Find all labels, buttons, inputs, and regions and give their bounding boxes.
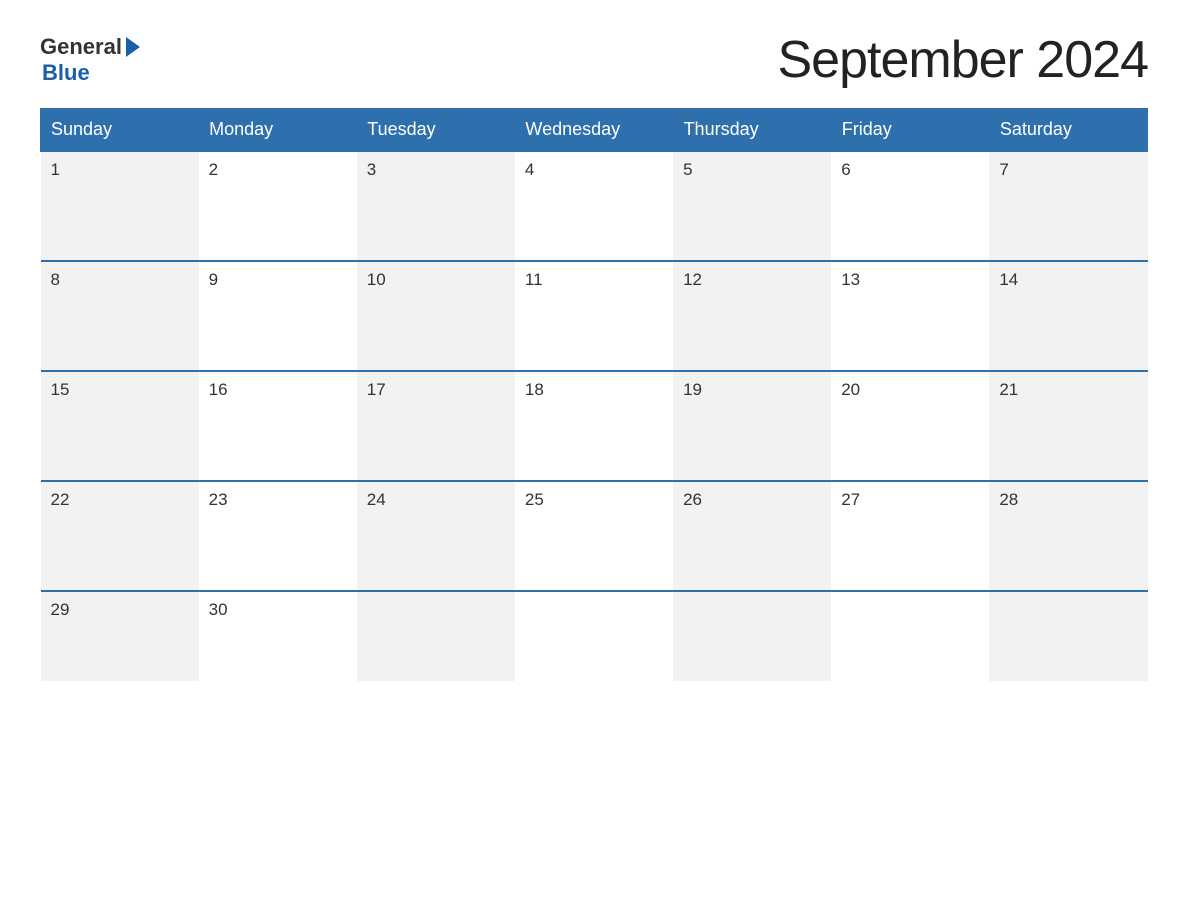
day-number: 15 bbox=[51, 380, 70, 399]
calendar-day-cell: 6 bbox=[831, 151, 989, 261]
day-number: 18 bbox=[525, 380, 544, 399]
calendar-day-cell: 9 bbox=[199, 261, 357, 371]
calendar-day-cell: 18 bbox=[515, 371, 673, 481]
calendar-day-cell: 2 bbox=[199, 151, 357, 261]
day-number: 13 bbox=[841, 270, 860, 289]
day-number: 10 bbox=[367, 270, 386, 289]
calendar-day-cell: 13 bbox=[831, 261, 989, 371]
logo-general: General bbox=[40, 34, 140, 60]
logo-general-text: General bbox=[40, 34, 122, 60]
day-number: 9 bbox=[209, 270, 218, 289]
day-of-week-header: Monday bbox=[199, 109, 357, 152]
day-of-week-header: Saturday bbox=[989, 109, 1147, 152]
calendar-week-row: 29 30 bbox=[41, 591, 1148, 681]
calendar-day-cell bbox=[357, 591, 515, 681]
calendar-day-cell: 30 bbox=[199, 591, 357, 681]
day-number: 4 bbox=[525, 160, 534, 179]
day-of-week-header: Tuesday bbox=[357, 109, 515, 152]
calendar-day-cell: 27 bbox=[831, 481, 989, 591]
day-number: 5 bbox=[683, 160, 692, 179]
calendar-day-cell: 28 bbox=[989, 481, 1147, 591]
calendar-body: 1234567891011121314151617181920212223242… bbox=[41, 151, 1148, 681]
day-number: 2 bbox=[209, 160, 218, 179]
calendar-day-cell: 5 bbox=[673, 151, 831, 261]
calendar-day-cell: 20 bbox=[831, 371, 989, 481]
day-number: 25 bbox=[525, 490, 544, 509]
calendar-day-cell bbox=[515, 591, 673, 681]
day-number: 11 bbox=[525, 270, 543, 289]
calendar-week-row: 1 2 3 4 5 6 7 bbox=[41, 151, 1148, 261]
calendar-day-cell: 17 bbox=[357, 371, 515, 481]
calendar-day-cell: 19 bbox=[673, 371, 831, 481]
day-number: 8 bbox=[51, 270, 60, 289]
calendar-day-cell: 24 bbox=[357, 481, 515, 591]
calendar-day-cell: 14 bbox=[989, 261, 1147, 371]
calendar-day-cell: 1 bbox=[41, 151, 199, 261]
calendar-header: SundayMondayTuesdayWednesdayThursdayFrid… bbox=[41, 109, 1148, 152]
day-number: 7 bbox=[999, 160, 1008, 179]
day-number: 1 bbox=[51, 160, 60, 179]
day-number: 17 bbox=[367, 380, 386, 399]
logo-blue-text: Blue bbox=[42, 60, 90, 86]
day-number: 12 bbox=[683, 270, 702, 289]
day-number: 22 bbox=[51, 490, 70, 509]
logo-triangle-icon bbox=[126, 37, 140, 57]
day-number: 27 bbox=[841, 490, 860, 509]
day-number: 6 bbox=[841, 160, 850, 179]
calendar-day-cell bbox=[673, 591, 831, 681]
calendar-day-cell: 29 bbox=[41, 591, 199, 681]
day-number: 24 bbox=[367, 490, 386, 509]
calendar-week-row: 22 23 24 25 26 27 28 bbox=[41, 481, 1148, 591]
day-number: 28 bbox=[999, 490, 1018, 509]
calendar-day-cell bbox=[831, 591, 989, 681]
calendar-day-cell: 8 bbox=[41, 261, 199, 371]
day-number: 23 bbox=[209, 490, 228, 509]
calendar-day-cell: 10 bbox=[357, 261, 515, 371]
logo: General Blue bbox=[40, 34, 140, 86]
calendar-table: SundayMondayTuesdayWednesdayThursdayFrid… bbox=[40, 108, 1148, 681]
day-of-week-header: Sunday bbox=[41, 109, 199, 152]
day-number: 20 bbox=[841, 380, 860, 399]
calendar-day-cell bbox=[989, 591, 1147, 681]
calendar-week-row: 15 16 17 18 19 20 21 bbox=[41, 371, 1148, 481]
day-of-week-header: Friday bbox=[831, 109, 989, 152]
day-of-week-header: Thursday bbox=[673, 109, 831, 152]
calendar-day-cell: 21 bbox=[989, 371, 1147, 481]
day-number: 26 bbox=[683, 490, 702, 509]
day-number: 16 bbox=[209, 380, 228, 399]
calendar-day-cell: 25 bbox=[515, 481, 673, 591]
page-header: General Blue September 2024 bbox=[40, 30, 1148, 90]
calendar-week-row: 8 9 10 11 12 13 14 bbox=[41, 261, 1148, 371]
calendar-day-cell: 4 bbox=[515, 151, 673, 261]
calendar-day-cell: 3 bbox=[357, 151, 515, 261]
calendar-day-cell: 26 bbox=[673, 481, 831, 591]
day-of-week-header: Wednesday bbox=[515, 109, 673, 152]
day-number: 19 bbox=[683, 380, 702, 399]
calendar-day-cell: 11 bbox=[515, 261, 673, 371]
month-title: September 2024 bbox=[778, 30, 1149, 90]
day-number: 29 bbox=[51, 600, 70, 619]
calendar-day-cell: 15 bbox=[41, 371, 199, 481]
calendar-day-cell: 7 bbox=[989, 151, 1147, 261]
calendar-day-cell: 16 bbox=[199, 371, 357, 481]
day-number: 30 bbox=[209, 600, 228, 619]
days-of-week-row: SundayMondayTuesdayWednesdayThursdayFrid… bbox=[41, 109, 1148, 152]
calendar-day-cell: 23 bbox=[199, 481, 357, 591]
calendar-day-cell: 22 bbox=[41, 481, 199, 591]
day-number: 14 bbox=[999, 270, 1018, 289]
day-number: 21 bbox=[999, 380, 1018, 399]
calendar-day-cell: 12 bbox=[673, 261, 831, 371]
day-number: 3 bbox=[367, 160, 376, 179]
